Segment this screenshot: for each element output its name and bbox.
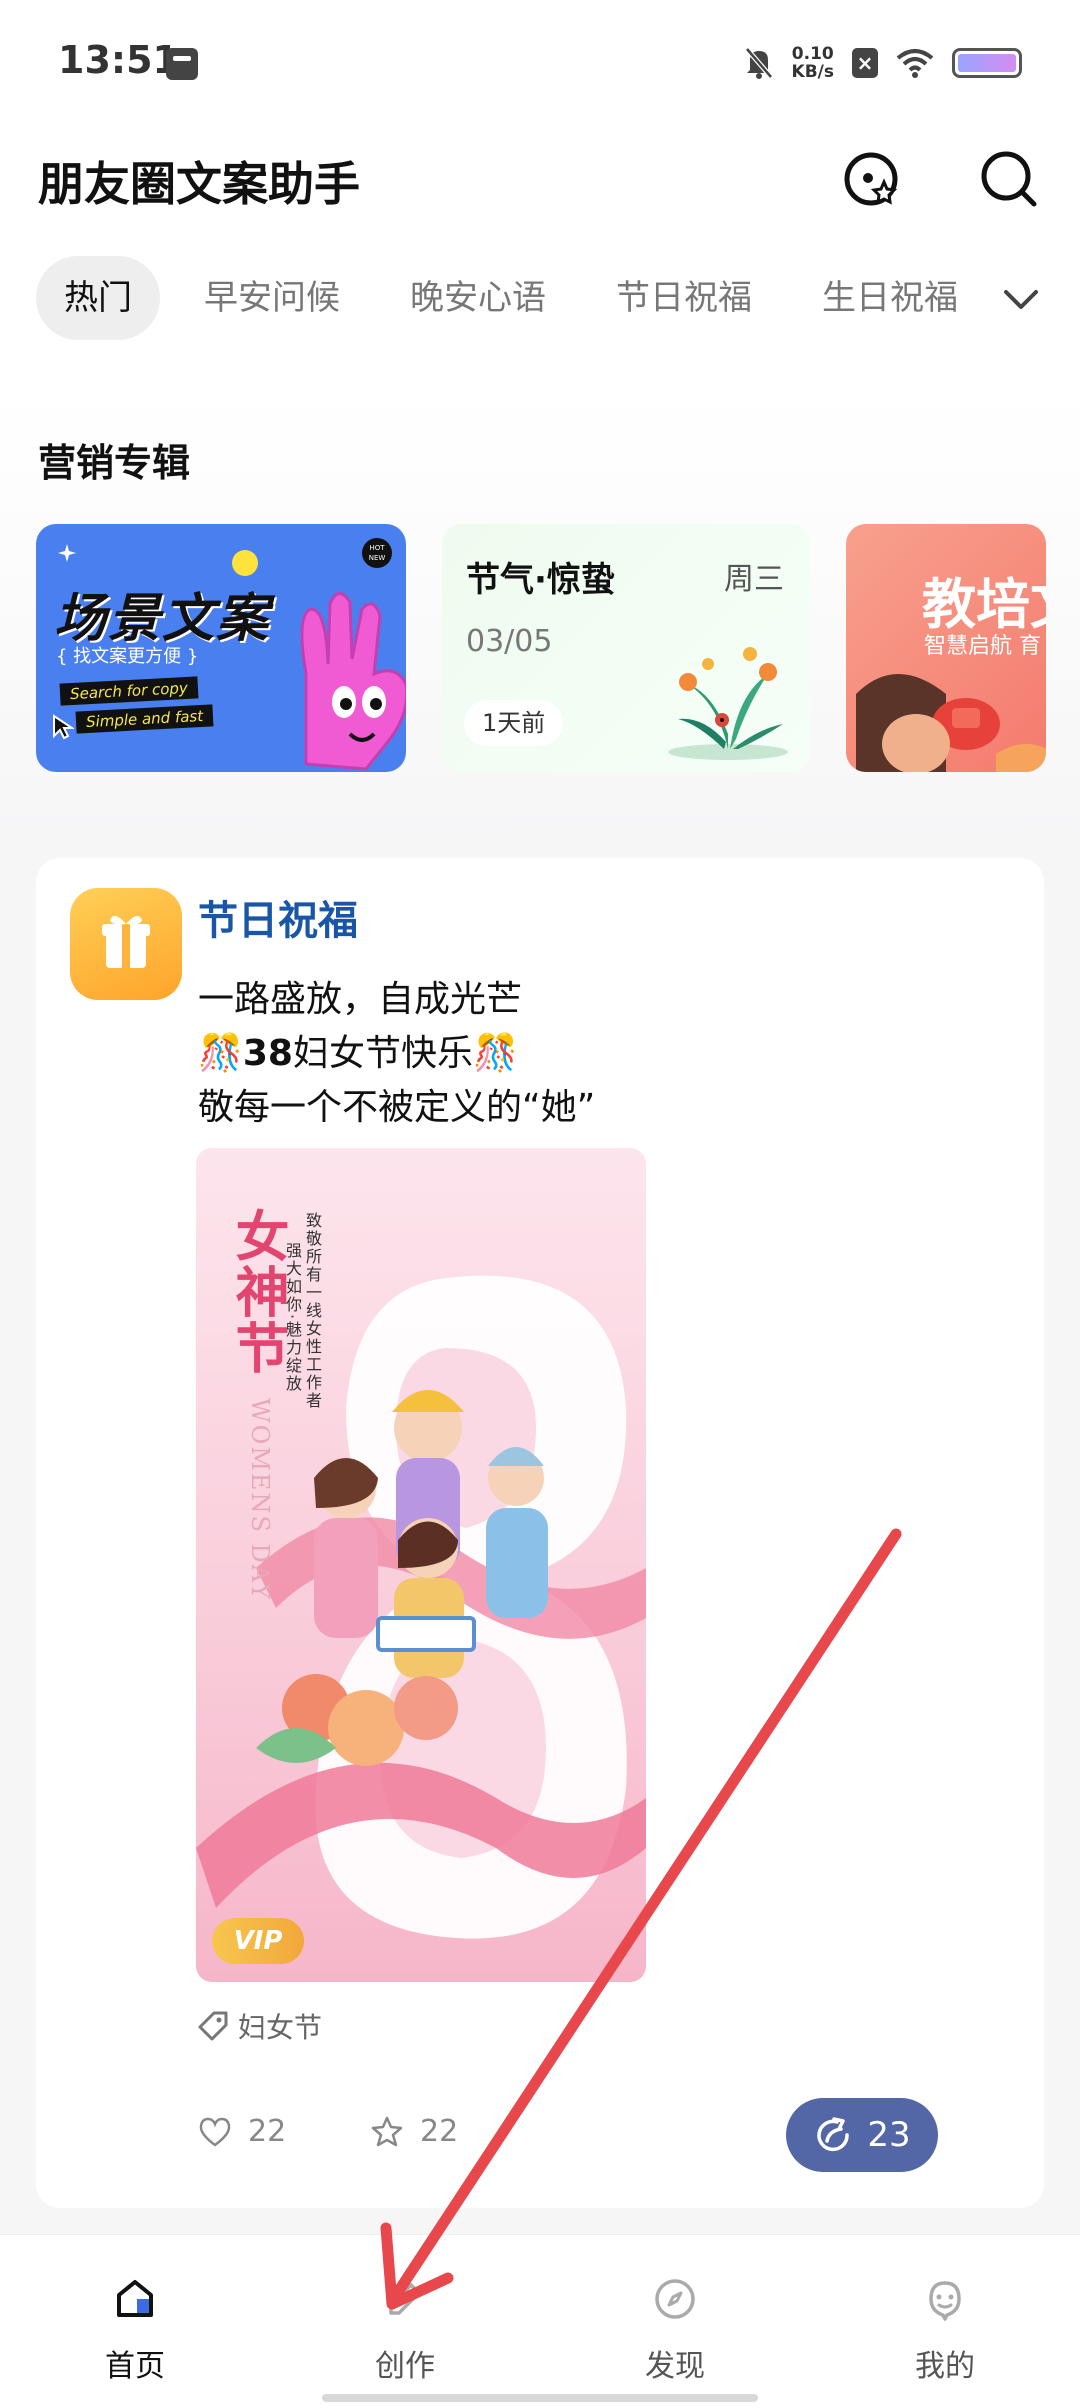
nav-label: 我的 (915, 2349, 975, 2384)
network-speed: 0.10 KB/s (792, 45, 834, 81)
share-icon (817, 2117, 850, 2152)
post-text-line: 🎊38妇女节快乐🎊 (198, 1024, 518, 1076)
search-icon[interactable] (974, 144, 1044, 214)
poster-vertical-text: 强大如你·魅力绽放 (283, 1242, 302, 1394)
net-speed-value: 0.10 (791, 44, 834, 64)
heart-icon (199, 2117, 231, 2147)
star-icon (371, 2116, 403, 2146)
vip-badge: VIP (212, 1918, 304, 1964)
post-card: 节日祝福 一路盛放，自成光芒 🎊38妇女节快乐🎊 敬每一个不被定义的“她” 女神… (36, 858, 1044, 2208)
home-icon (117, 2280, 153, 2317)
favorite-count: 22 (420, 2114, 459, 2149)
post-image[interactable]: 女神节 致敬所有一线女性工作者 强大如你·魅力绽放 WOMENS DAY VIP (196, 1148, 646, 1982)
nav-discover[interactable]: 发现 (540, 2235, 810, 2385)
tab-night[interactable]: 晚安心语 (410, 256, 546, 340)
favorites-disc-icon[interactable] (836, 144, 906, 214)
app-notification-icon (166, 48, 198, 80)
category-tabs: 热门 早安问候 晚安心语 节日祝福 生日祝福 (0, 256, 1080, 390)
page-title: 朋友圈文案助手 (38, 157, 360, 211)
bottom-navigation: 首页 创作 发现 我的 (0, 2234, 1080, 2408)
promo-card-solar-term[interactable]: 节气·惊蛰 周三 03/05 1天前 (442, 524, 810, 772)
nav-label: 首页 (105, 2349, 165, 2384)
like-button[interactable]: 22 (198, 2114, 286, 2149)
tab-birthday[interactable]: 生日祝福 (822, 256, 958, 340)
gift-icon (70, 888, 182, 1000)
chevron-down-icon[interactable] (998, 276, 1044, 322)
battery-icon (952, 48, 1022, 78)
tab-morning[interactable]: 早安问候 (204, 256, 340, 340)
post-text: 妇女节快乐🎊 (292, 1033, 518, 1074)
share-count: 23 (867, 2115, 911, 2155)
sim-disabled-icon: × (852, 48, 878, 78)
nav-label: 创作 (375, 2349, 435, 2384)
section-title-marketing: 营销专辑 (38, 441, 191, 485)
education-illustration (856, 674, 1046, 772)
net-speed-unit: KB/s (791, 62, 834, 82)
post-emoji: 🎊 (198, 1033, 243, 1074)
status-time: 13:51 (58, 38, 179, 82)
home-indicator (322, 2394, 758, 2402)
post-text-line: 一路盛放，自成光芒 (198, 979, 523, 1020)
share-button[interactable]: 23 (786, 2098, 938, 2172)
pen-icon (389, 2283, 421, 2315)
post-bold-number: 38 (242, 1033, 293, 1074)
favorite-button[interactable]: 22 (370, 2114, 458, 2149)
promo-tag: Simple and fast (75, 704, 214, 734)
promo-subtitle: { 找文案更方便 } (56, 646, 199, 667)
plant-illustration (668, 647, 788, 760)
promo-card-scene-copy[interactable]: HOT NEW 场景文案 { 找文案更方便 } Search for copy … (36, 524, 406, 772)
tab-hot[interactable]: 热门 (36, 256, 160, 340)
status-bar: 13:51 0.10 KB/s × (0, 0, 1080, 126)
promo-card-education[interactable]: 教培文 智慧启航 育 (846, 524, 1046, 772)
hot-new-badge: HOT NEW (362, 538, 392, 568)
promo-title: 场景文案 (54, 589, 271, 649)
app-header: 朋友圈文案助手 (0, 126, 1080, 256)
nav-create[interactable]: 创作 (270, 2235, 540, 2385)
like-count: 22 (248, 2114, 287, 2149)
tag-icon (198, 2011, 228, 2041)
post-tag-label: 妇女节 (238, 2011, 323, 2044)
promo-title: 节气·惊蛰 (466, 560, 615, 600)
profile-icon (929, 2281, 961, 2321)
post-category[interactable]: 节日祝福 (198, 888, 358, 946)
nav-profile[interactable]: 我的 (810, 2235, 1080, 2385)
nav-home[interactable]: 首页 (0, 2235, 270, 2385)
promo-tag: Search for copy (59, 676, 199, 706)
post-text-line: 敬每一个不被定义的“她” (198, 1087, 596, 1128)
post-tag[interactable]: 妇女节 (196, 2006, 322, 2046)
mute-icon (744, 47, 773, 79)
nav-label: 发现 (645, 2349, 705, 2384)
decorative-dot (232, 550, 258, 576)
cursor-icon (53, 714, 74, 740)
time-ago-badge: 1天前 (464, 700, 564, 746)
compass-icon (655, 2279, 695, 2319)
promo-date: 03/05 (466, 624, 553, 659)
promo-weekday: 周三 (724, 562, 784, 597)
tab-holiday[interactable]: 节日祝福 (616, 256, 752, 340)
wifi-icon (896, 49, 934, 78)
sparkle-icon (58, 544, 76, 562)
hand-illustration (300, 592, 406, 771)
poster-english-text: WOMENS DAY (246, 1398, 274, 1601)
status-indicators: 0.10 KB/s × (744, 40, 1022, 86)
